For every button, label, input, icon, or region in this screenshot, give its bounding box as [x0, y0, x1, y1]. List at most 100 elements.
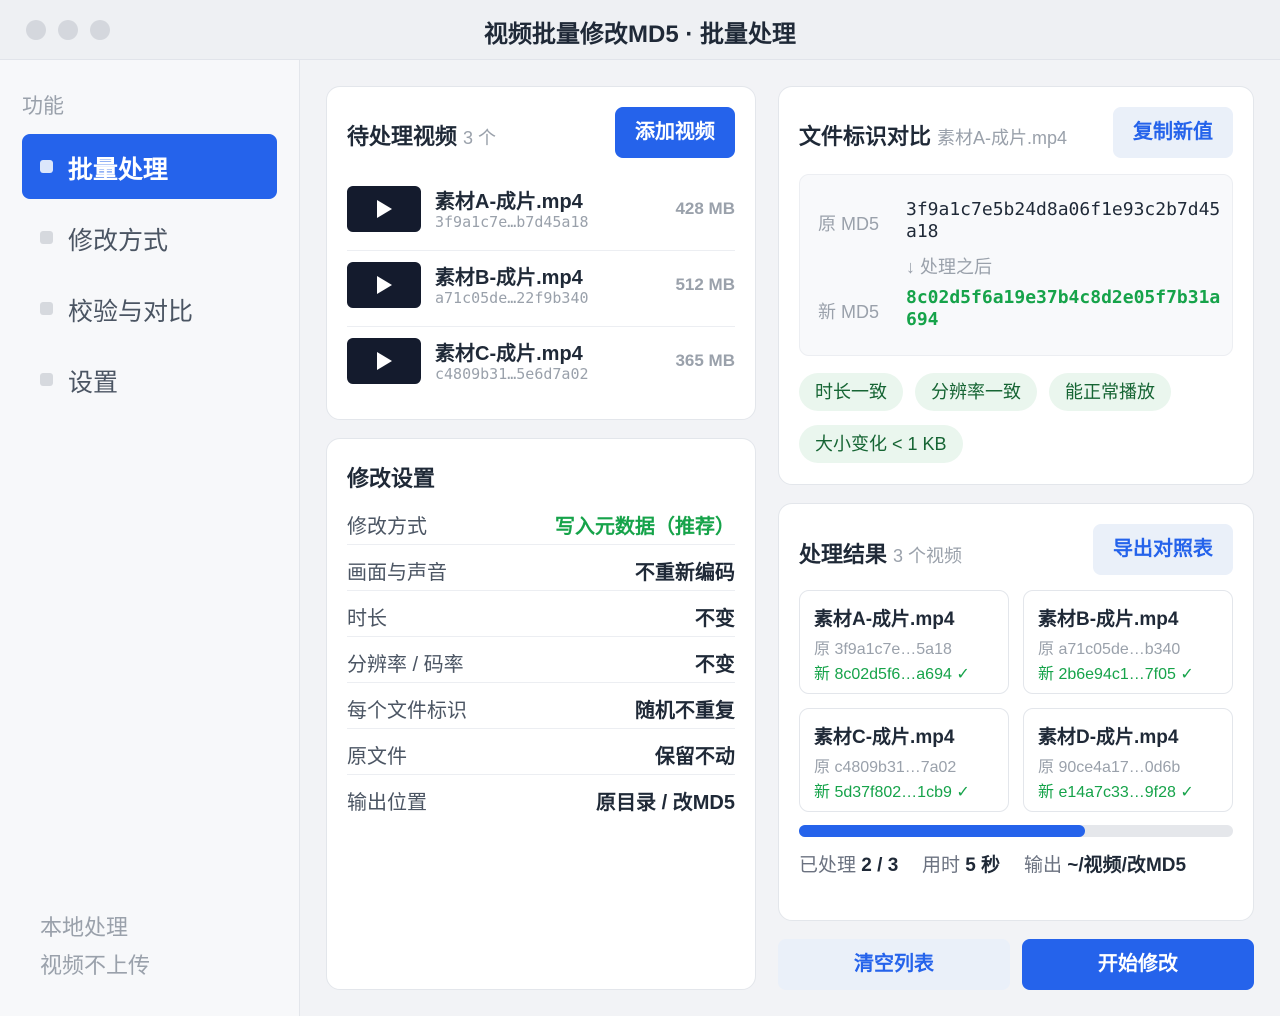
- stat-output-value: ~/视频/改MD5: [1067, 855, 1187, 876]
- setting-row-original[interactable]: 原文件 保留不动: [347, 729, 735, 775]
- nav-dot-icon: [40, 231, 53, 244]
- sidebar-item-method[interactable]: 修改方式: [22, 205, 277, 270]
- setting-row-method[interactable]: 修改方式 写入元数据（推荐）: [347, 499, 735, 545]
- sidebar-item-label: 批量处理: [68, 156, 169, 184]
- export-table-button[interactable]: 导出对照表: [1093, 524, 1233, 575]
- play-icon: [377, 352, 392, 370]
- queue-title: 待处理视频 3 个: [347, 119, 496, 151]
- nav-dot-icon: [40, 160, 53, 173]
- setting-value: 原目录 / 改MD5: [596, 792, 735, 814]
- add-video-button[interactable]: 添加视频: [615, 107, 735, 158]
- compare-title-text: 文件标识对比: [799, 124, 932, 149]
- queue-title-text: 待处理视频: [347, 124, 458, 149]
- nav-dot-icon: [40, 373, 53, 386]
- video-size: 365 MB: [675, 351, 735, 370]
- setting-name: 原文件: [347, 746, 407, 768]
- stat-time: 用时 5 秒: [922, 850, 1000, 877]
- video-name: 素材B-成片.mp4: [435, 267, 583, 289]
- video-size: 428 MB: [675, 199, 735, 218]
- play-icon: [377, 200, 392, 218]
- setting-name: 时长: [347, 608, 387, 630]
- copy-new-value-button[interactable]: 复制新值: [1113, 107, 1233, 158]
- progress-fill: [799, 825, 1086, 837]
- setting-row-identifier[interactable]: 每个文件标识 随机不重复: [347, 683, 735, 729]
- video-row[interactable]: 素材C-成片.mp4 c4809b31…5e6d7a02 365 MB: [347, 327, 735, 403]
- result-tile[interactable]: 素材A-成片.mp4 原 3f9a1c7e…5a18 新 8c02d5f6…a6…: [799, 590, 1009, 694]
- setting-row-resolution[interactable]: 分辨率 / 码率 不变: [347, 637, 735, 683]
- result-new-md5: 新 5d37f802…1cb9 ✓: [814, 784, 970, 801]
- result-old-md5: 原 c4809b31…7a02: [814, 759, 957, 776]
- progress-bar: [799, 825, 1233, 837]
- check-chip-resolution: 分辨率一致: [915, 373, 1037, 411]
- new-md5-value: 8c02d5f6a19e37b4c8d2e05f7b31a694: [906, 287, 1221, 330]
- result-old-md5: 原 3f9a1c7e…5a18: [814, 641, 952, 658]
- stat-time-value: 5 秒: [965, 855, 1001, 876]
- setting-value: 写入元数据（推荐）: [555, 516, 735, 538]
- video-thumbnail: [347, 186, 421, 232]
- check-chip-size: 大小变化 < 1 KB: [799, 425, 963, 463]
- video-name: 素材A-成片.mp4: [435, 191, 583, 213]
- video-hash: c4809b31…5e6d7a02: [435, 365, 589, 383]
- stat-processed-label: 已处理: [799, 855, 857, 876]
- result-old-md5: 原 a71c05de…b340: [1038, 641, 1181, 658]
- result-tile[interactable]: 素材C-成片.mp4 原 c4809b31…7a02 新 5d37f802…1c…: [799, 708, 1009, 812]
- results-count: 3 个视频: [893, 546, 963, 566]
- video-name: 素材C-成片.mp4: [435, 343, 583, 365]
- no-upload-note: 视频不上传: [40, 953, 151, 978]
- setting-value: 保留不动: [655, 746, 735, 768]
- setting-value: 随机不重复: [635, 700, 735, 722]
- setting-value: 不重新编码: [635, 562, 735, 584]
- video-thumbnail: [347, 338, 421, 384]
- start-modify-button[interactable]: 开始修改: [1022, 939, 1254, 990]
- results-card: 处理结果 3 个视频 导出对照表 素材A-成片.mp4 原 3f9a1c7e…5a…: [778, 503, 1254, 921]
- setting-value: 不变: [695, 608, 735, 630]
- settings-title: 修改设置: [347, 466, 436, 491]
- sidebar-heading: 功能: [22, 95, 64, 118]
- result-name: 素材A-成片.mp4: [814, 609, 955, 630]
- md5-compare-box: 原 MD5 3f9a1c7e5b24d8a06f1e93c2b7d45a18 ↓…: [799, 174, 1233, 356]
- compare-title: 文件标识对比 素材A-成片.mp4: [799, 119, 1067, 151]
- setting-row-output[interactable]: 输出位置 原目录 / 改MD5: [347, 775, 735, 821]
- results-title: 处理结果 3 个视频: [799, 537, 962, 569]
- queue-card: 待处理视频 3 个 添加视频 素材A-成片.mp4 3f9a1c7e…b7d45a…: [326, 86, 756, 420]
- setting-name: 每个文件标识: [347, 700, 467, 722]
- sidebar-item-verify[interactable]: 校验与对比: [22, 276, 277, 341]
- sidebar-item-label: 修改方式: [68, 227, 169, 255]
- result-new-md5: 新 8c02d5f6…a694 ✓: [814, 666, 970, 683]
- arrow-note: ↓ 处理之后: [906, 257, 993, 277]
- setting-value: 不变: [695, 654, 735, 676]
- setting-row-duration[interactable]: 时长 不变: [347, 591, 735, 637]
- setting-name: 修改方式: [347, 516, 427, 538]
- new-md5-label: 新 MD5: [818, 302, 880, 322]
- result-new-md5: 新 2b6e94c1…7f05 ✓: [1038, 666, 1194, 683]
- stat-time-label: 用时: [922, 855, 961, 876]
- sidebar-item-label: 校验与对比: [68, 298, 194, 326]
- result-new-md5: 新 e14a7c33…9f28 ✓: [1038, 784, 1194, 801]
- video-row[interactable]: 素材B-成片.mp4 a71c05de…22f9b340 512 MB: [347, 251, 735, 327]
- sidebar-item-settings[interactable]: 设置: [22, 347, 277, 412]
- video-row[interactable]: 素材A-成片.mp4 3f9a1c7e…b7d45a18 428 MB: [347, 175, 735, 251]
- video-thumbnail: [347, 262, 421, 308]
- clear-list-button[interactable]: 清空列表: [778, 939, 1010, 990]
- local-note: 本地处理: [40, 915, 129, 940]
- sidebar-item-batch[interactable]: 批量处理: [22, 134, 277, 199]
- old-md5-label: 原 MD5: [818, 214, 880, 234]
- check-chip-duration: 时长一致: [799, 373, 903, 411]
- compare-card: 文件标识对比 素材A-成片.mp4 复制新值 原 MD5 3f9a1c7e5b24…: [778, 86, 1254, 485]
- nav-dot-icon: [40, 302, 53, 315]
- setting-row-encoding[interactable]: 画面与声音 不重新编码: [347, 545, 735, 591]
- result-tile[interactable]: 素材B-成片.mp4 原 a71c05de…b340 新 2b6e94c1…7f…: [1023, 590, 1233, 694]
- setting-name: 分辨率 / 码率: [347, 654, 464, 676]
- stat-processed: 已处理 2 / 3: [799, 850, 898, 877]
- title-bar: 视频批量修改MD5 · 批量处理: [0, 0, 1280, 60]
- video-hash: a71c05de…22f9b340: [435, 289, 589, 307]
- stat-processed-value: 2 / 3: [861, 855, 899, 876]
- queue-count: 3 个: [463, 128, 497, 148]
- result-tile[interactable]: 素材D-成片.mp4 原 90ce4a17…0d6b 新 e14a7c33…9f…: [1023, 708, 1233, 812]
- setting-name: 输出位置: [347, 792, 427, 814]
- window-title: 视频批量修改MD5 · 批量处理: [484, 21, 796, 48]
- result-name: 素材B-成片.mp4: [1038, 609, 1179, 630]
- compare-file: 素材A-成片.mp4: [937, 128, 1068, 148]
- settings-card: 修改设置 修改方式 写入元数据（推荐） 画面与声音 不重新编码 时长 不变 分辨…: [326, 438, 756, 990]
- video-hash: 3f9a1c7e…b7d45a18: [435, 213, 589, 231]
